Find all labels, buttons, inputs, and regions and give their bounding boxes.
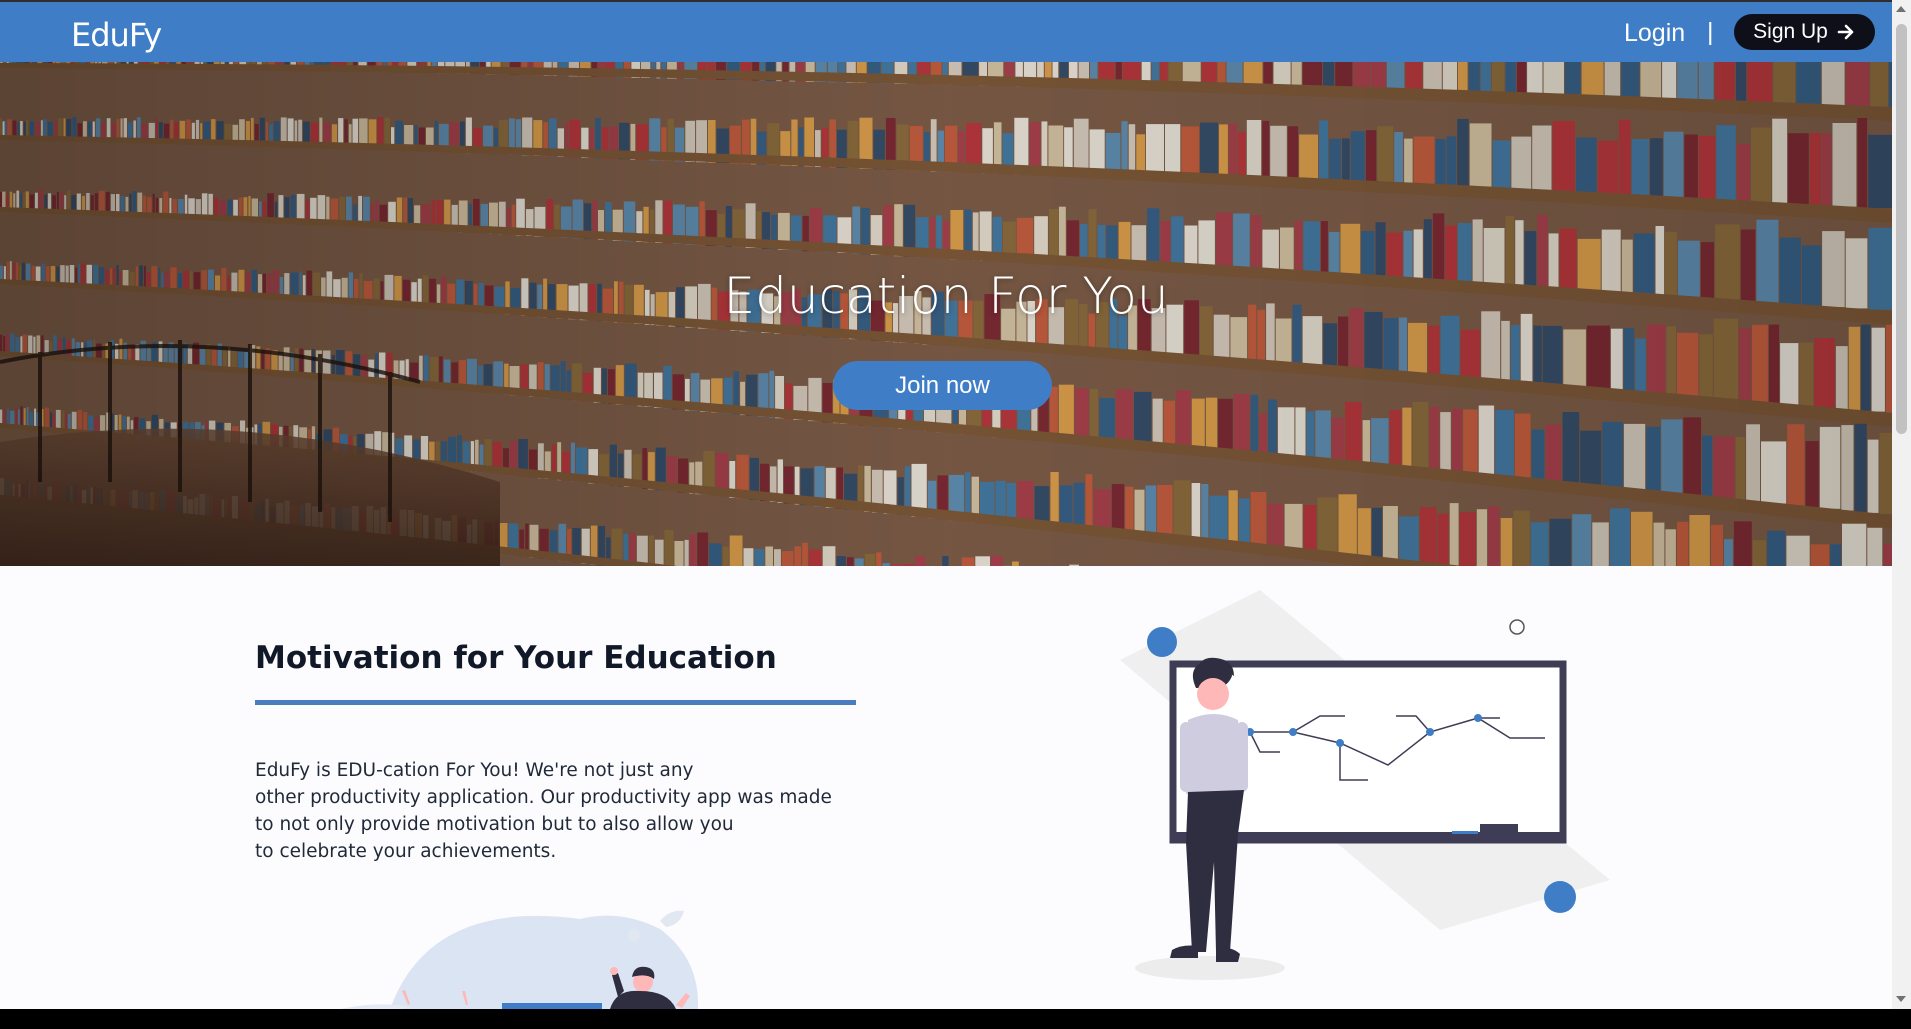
login-link[interactable]: Login (1624, 19, 1685, 48)
celebration-illustration (340, 910, 699, 1009)
scroll-up-arrow-icon[interactable] (1896, 6, 1906, 12)
presenter-whiteboard-illustration (1120, 590, 1610, 980)
description-line: to celebrate your achievements. (255, 841, 557, 862)
scroll-down-arrow-icon[interactable] (1896, 996, 1906, 1002)
hero-title: Education For You (723, 267, 1169, 325)
page: EduFy Login | Sign Up Education For You … (0, 0, 1892, 1009)
description-line: to not only provide motivation but to al… (255, 814, 734, 835)
section-description: EduFy is EDU-cation For You! We're not j… (255, 757, 855, 865)
hero-banner: Education For You Join now (0, 62, 1892, 566)
scrollbar-thumb[interactable] (1896, 24, 1907, 434)
nav-divider: | (1707, 18, 1714, 46)
join-now-button[interactable]: Join now (833, 361, 1052, 410)
signup-label: Sign Up (1753, 20, 1828, 43)
section-underline (255, 700, 856, 705)
brand-logo[interactable]: EduFy (71, 16, 162, 54)
top-navbar: EduFy Login | Sign Up (0, 0, 1892, 62)
description-line: EduFy is EDU-cation For You! We're not j… (255, 760, 694, 781)
vertical-scrollbar[interactable] (1892, 0, 1911, 1009)
description-line: other productivity application. Our prod… (255, 787, 832, 808)
signup-button[interactable]: Sign Up (1734, 14, 1875, 50)
section-title: Motivation for Your Education (255, 640, 777, 676)
arrow-right-icon (1837, 24, 1854, 40)
